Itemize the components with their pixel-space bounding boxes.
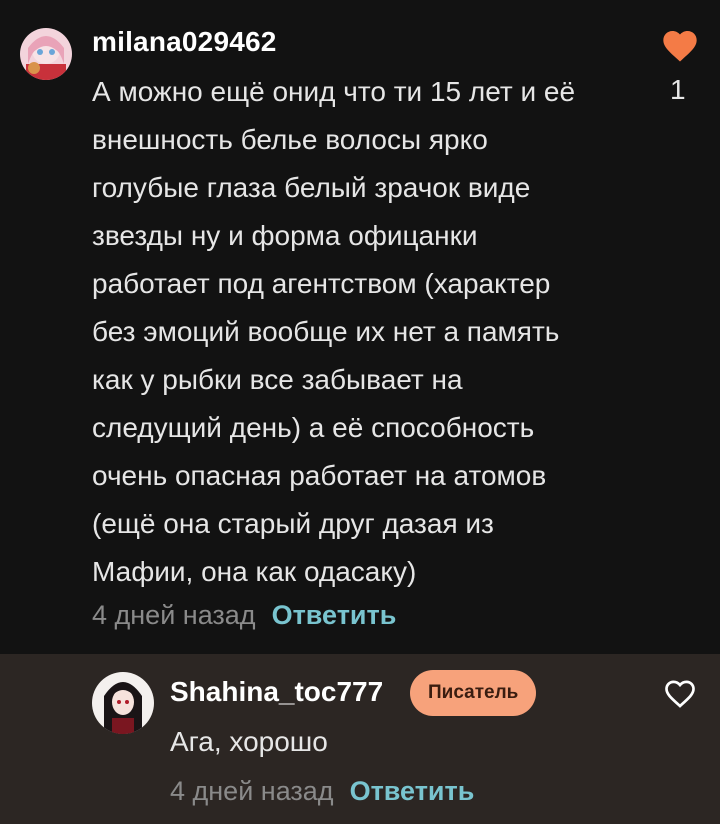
reply-time: 4 дней назад bbox=[170, 776, 334, 806]
reply-username[interactable]: Shahina_toc777 bbox=[170, 676, 383, 708]
comment-username[interactable]: milana029462 bbox=[92, 26, 277, 58]
reply-reply-button[interactable]: Ответить bbox=[350, 776, 475, 806]
like-count: 1 bbox=[670, 74, 686, 105]
writer-badge: Писатель bbox=[410, 670, 537, 716]
comment-meta: 4 дней назад Ответить bbox=[92, 600, 396, 631]
reply-meta: 4 дней назад Ответить bbox=[170, 776, 474, 807]
avatar[interactable] bbox=[20, 28, 72, 80]
reply-button[interactable]: Ответить bbox=[272, 600, 397, 630]
comment-time: 4 дней назад bbox=[92, 600, 256, 630]
reply-text: Ага, хорошо bbox=[170, 726, 328, 757]
heart-outline-icon[interactable] bbox=[662, 676, 698, 712]
reply-avatar[interactable] bbox=[92, 672, 154, 734]
heart-filled-icon[interactable] bbox=[660, 26, 700, 66]
comment-text: А можно ещё онид что ти 15 лет и её внеш… bbox=[92, 76, 576, 587]
